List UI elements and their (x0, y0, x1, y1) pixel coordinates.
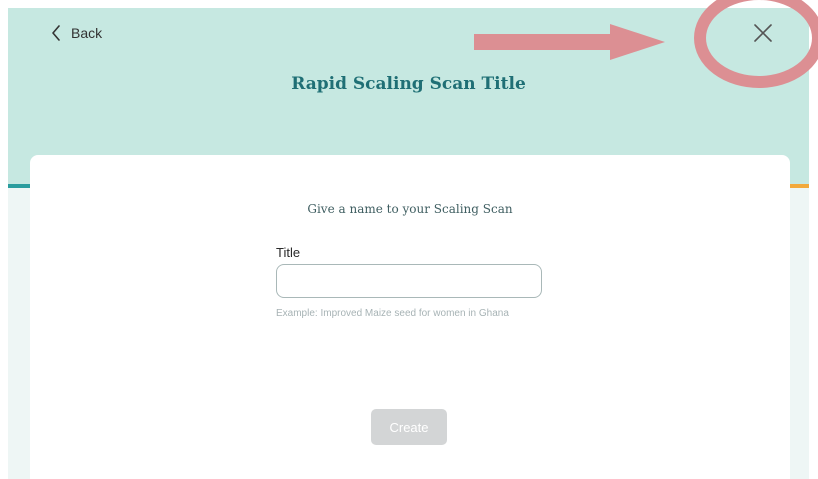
screen: Back Rapid Scaling Scan Title Give a nam… (0, 0, 818, 479)
page-container: Back Rapid Scaling Scan Title Give a nam… (8, 8, 809, 479)
back-button[interactable]: Back (51, 22, 102, 44)
accent-line-orange (789, 184, 809, 188)
create-button[interactable]: Create (371, 409, 447, 445)
back-label: Back (71, 25, 103, 41)
chevron-left-icon (51, 25, 61, 41)
title-helper-text: Example: Improved Maize seed for women i… (276, 308, 509, 319)
form-heading: Give a name to your Scaling Scan (307, 202, 513, 216)
title-input[interactable] (276, 264, 542, 298)
form-card: Give a name to your Scaling Scan Title E… (30, 155, 790, 479)
close-button[interactable] (751, 21, 775, 45)
page-title: Rapid Scaling Scan Title (291, 74, 526, 94)
close-icon (751, 21, 775, 45)
title-label: Title (276, 245, 301, 260)
